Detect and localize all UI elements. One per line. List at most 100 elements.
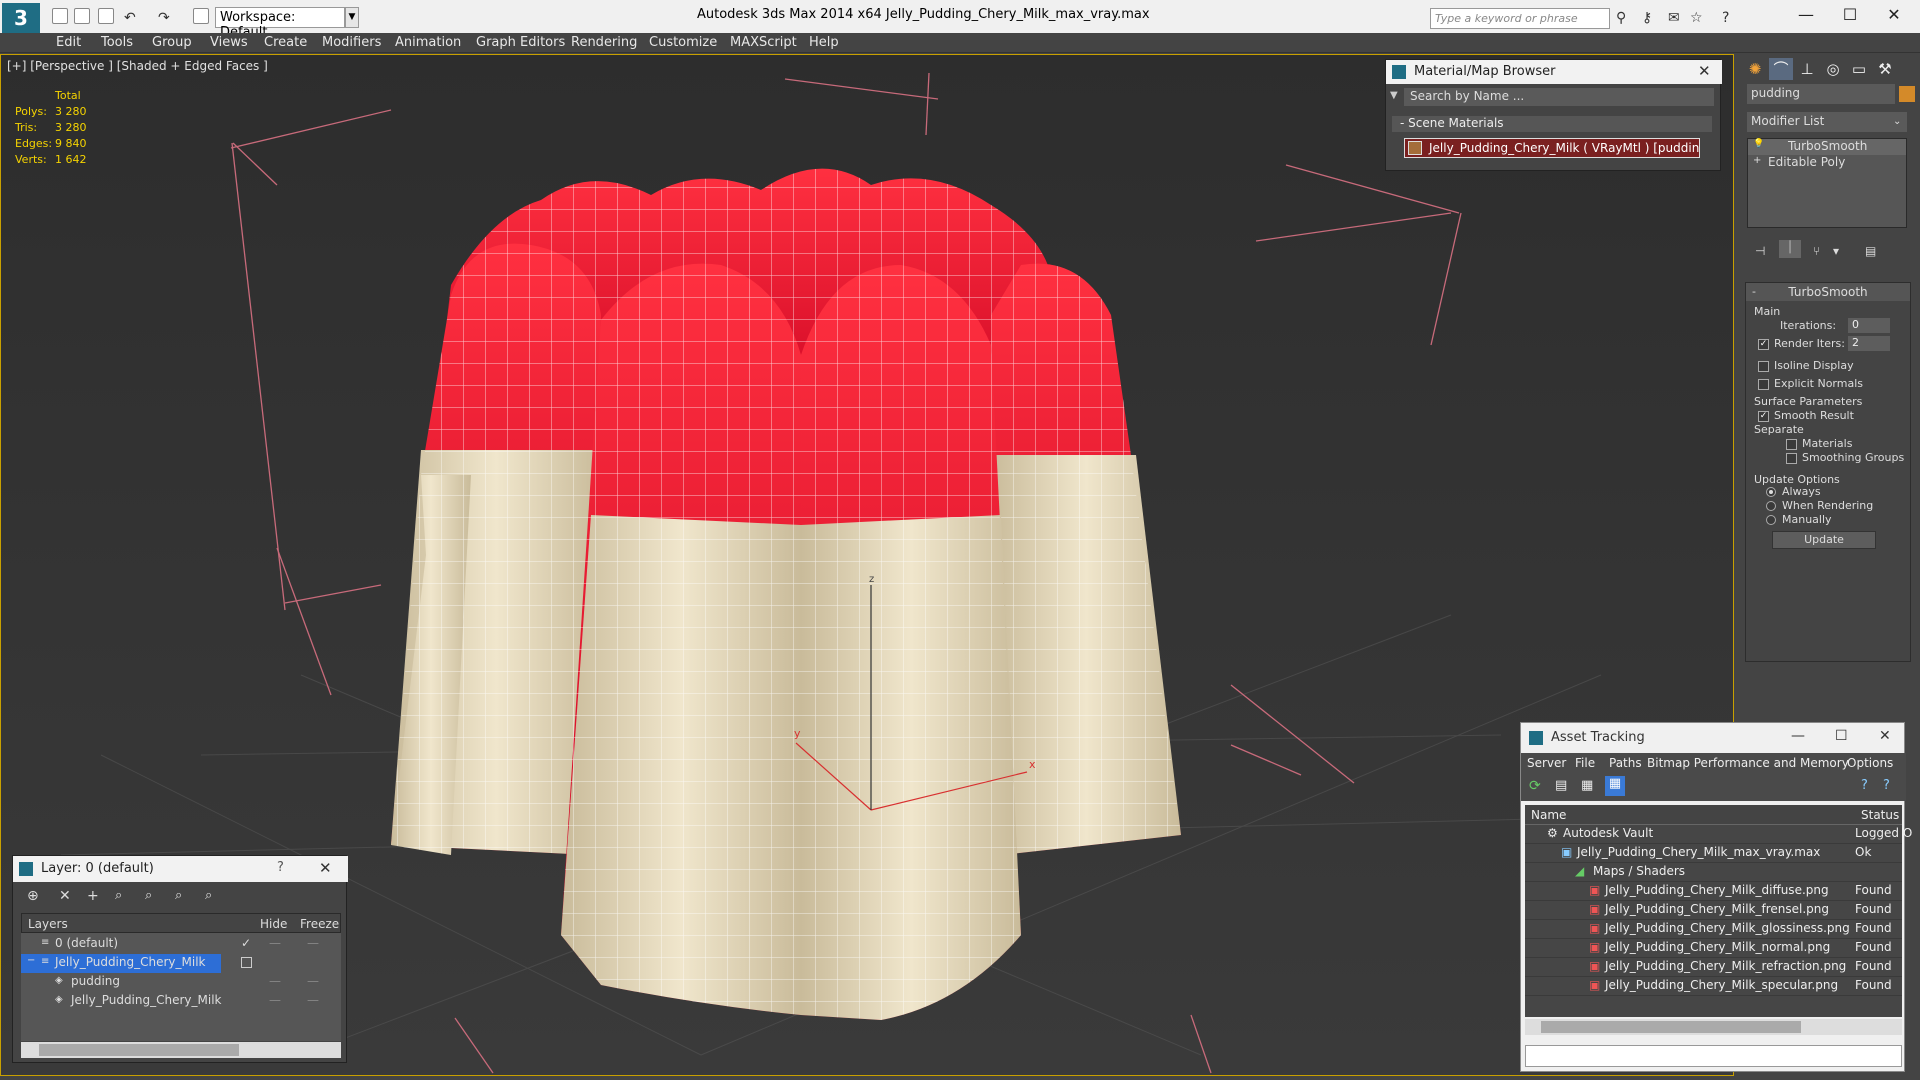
asset-row[interactable]: ⚙ Autodesk Vault Logged O [1525,825,1912,844]
menu-graph-editors[interactable]: Graph Editors [476,35,565,50]
close-icon[interactable]: ✕ [319,859,332,877]
update-button[interactable]: Update [1772,531,1876,549]
menu-edit[interactable]: Edit [56,35,81,50]
menu-rendering[interactable]: Rendering [571,35,637,50]
freeze-all-layers-icon[interactable]: ⌕ [205,888,212,903]
maximize-button[interactable]: ☐ [1830,3,1870,27]
options-menu-icon[interactable]: ▼ [1390,90,1398,101]
update-when-rendering-radio[interactable] [1766,501,1776,511]
chevron-down-icon[interactable]: ⌄ [1893,116,1901,127]
show-end-result-icon[interactable]: ⏐ [1779,240,1801,258]
asset-tracking-title[interactable]: Asset Tracking [1521,723,1906,753]
configure-sets-icon[interactable]: ▤ [1865,244,1876,258]
asset-row[interactable]: ▣ Jelly_Pudding_Chery_Milk_frensel.png F… [1525,901,1902,920]
undo-icon[interactable]: ↶ [124,10,136,26]
select-layer-objects-icon[interactable]: ⌕ [115,888,122,903]
column-hide[interactable]: Hide [260,917,287,931]
delete-layer-icon[interactable]: ✕ [59,888,71,904]
redo-icon[interactable]: ↷ [158,10,170,26]
list-view-icon[interactable]: ▤ [1555,778,1567,793]
checkmark-icon[interactable]: ✓ [241,936,251,950]
maximize-button[interactable]: ☐ [1835,728,1848,744]
create-tab-icon[interactable]: ✺ [1743,58,1767,80]
expand-plus-icon[interactable]: + [1753,155,1761,166]
scene-materials-rollout[interactable]: - Scene Materials [1392,116,1712,132]
horizontal-scrollbar[interactable] [1525,1019,1902,1035]
freeze-toggle[interactable]: — [307,993,319,1007]
thumbnail-view-icon[interactable]: ▦ [1581,778,1593,793]
material-list-item[interactable]: Jelly_Pudding_Chery_Milk ( VRayMtl ) [pu… [1404,138,1700,158]
object-name-field[interactable]: pudding [1747,84,1895,104]
smooth-result-checkbox[interactable]: ✓ [1758,411,1769,422]
viewport-label-menu[interactable]: [+] [Perspective ] [Shaded + Edged Faces… [7,59,268,73]
menu-create[interactable]: Create [264,35,307,50]
save-file-icon[interactable] [98,8,114,24]
minimize-button[interactable]: — [1791,728,1805,744]
table-view-icon[interactable]: ▦ [1605,776,1625,796]
close-button[interactable]: ✕ [1879,728,1891,744]
create-layer-icon[interactable]: ⊕ [27,888,39,904]
modifier-list-dropdown[interactable]: Modifier List [1747,112,1907,132]
layer-row-pudding[interactable]: ◈ pudding — — [21,973,341,992]
favorites-star-icon[interactable]: ☆ [1690,10,1703,26]
menu-tools[interactable]: Tools [101,35,133,50]
modify-tab-icon[interactable]: ⌒ [1769,58,1793,80]
material-search-input[interactable]: Search by Name ... [1404,88,1714,106]
remove-modifier-icon[interactable]: ▾ [1833,244,1839,258]
current-layer-toggle[interactable] [241,957,252,968]
menu-animation[interactable]: Animation [395,35,461,50]
layer-row-default[interactable]: ≡ 0 (default) ✓ — — [21,935,341,954]
help-icon[interactable]: ? [1722,10,1729,26]
explicit-normals-checkbox[interactable] [1758,379,1769,390]
material-browser-title[interactable]: Material/Map Browser [1386,60,1722,84]
new-file-icon[interactable] [52,8,68,24]
column-status[interactable]: Status [1861,808,1899,822]
menu-options[interactable]: Options [1847,756,1893,770]
stack-item-turbosmooth[interactable]: 💡 TurboSmooth [1748,139,1906,155]
help-icon[interactable]: ? [1861,778,1868,793]
close-button[interactable]: ✕ [1874,3,1914,27]
binoculars-icon[interactable]: ⚲ [1616,10,1626,26]
hierarchy-tab-icon[interactable]: ⊥ [1795,58,1819,80]
menu-help[interactable]: Help [809,35,839,50]
layer-manager-title[interactable]: Layer: 0 (default) [13,856,348,882]
turbosmooth-rollout-title[interactable]: TurboSmooth [1746,283,1910,301]
comm-center-icon[interactable]: ✉ [1668,10,1680,26]
asset-row[interactable]: ▣ Jelly_Pudding_Chery_Milk_glossiness.pn… [1525,920,1902,939]
menu-bitmap-performance[interactable]: Bitmap Performance and Memory [1647,756,1849,770]
update-manually-radio[interactable] [1766,515,1776,525]
isoline-display-checkbox[interactable] [1758,361,1769,372]
chevron-down-icon[interactable]: ▼ [345,7,359,28]
column-freeze[interactable]: Freeze [300,917,339,931]
render-iters-checkbox[interactable]: ✓ [1758,339,1769,350]
scrollbar-thumb[interactable] [39,1044,239,1056]
asset-row[interactable]: ▣ Jelly_Pudding_Chery_Milk_specular.png … [1525,977,1902,996]
hide-toggle[interactable]: — [269,936,281,950]
asset-row[interactable]: ▣ Jelly_Pudding_Chery_Milk_diffuse.png F… [1525,882,1902,901]
hide-toggle[interactable]: — [269,993,281,1007]
add-to-layer-icon[interactable]: + [87,888,99,904]
key-icon[interactable]: ⚷ [1642,10,1652,26]
asset-row[interactable]: ▣ Jelly_Pudding_Chery_Milk_refraction.pn… [1525,958,1902,977]
column-name[interactable]: Name [1531,808,1566,822]
render-iters-spinner[interactable]: 2 [1848,336,1890,351]
separate-materials-checkbox[interactable] [1786,439,1797,450]
lightbulb-icon[interactable]: 💡 [1753,139,1764,149]
menu-group[interactable]: Group [152,35,192,50]
layer-row-jelly-pudding[interactable]: − ≡ Jelly_Pudding_Chery_Milk [21,954,221,973]
open-file-icon[interactable] [74,8,90,24]
make-unique-icon[interactable]: ⑂ [1813,244,1820,258]
hide-toggle[interactable]: — [269,974,281,988]
object-color-swatch[interactable] [1899,86,1915,102]
vault-help-icon[interactable]: ? [1883,778,1890,793]
freeze-toggle[interactable]: — [307,936,319,950]
menu-maxscript[interactable]: MAXScript [730,35,797,50]
menu-server[interactable]: Server [1527,756,1566,770]
help-icon[interactable]: ? [277,860,284,875]
asset-row[interactable]: ▣ Jelly_Pudding_Chery_Milk_normal.png Fo… [1525,939,1902,958]
pin-stack-icon[interactable]: ⊣ [1755,244,1765,258]
highlight-layer-icon[interactable]: ⌕ [145,888,152,903]
asset-row[interactable]: ▣ Jelly_Pudding_Chery_Milk_max_vray.max … [1525,844,1902,863]
smoothing-groups-checkbox[interactable] [1786,453,1797,464]
column-layers[interactable]: Layers [28,917,68,931]
